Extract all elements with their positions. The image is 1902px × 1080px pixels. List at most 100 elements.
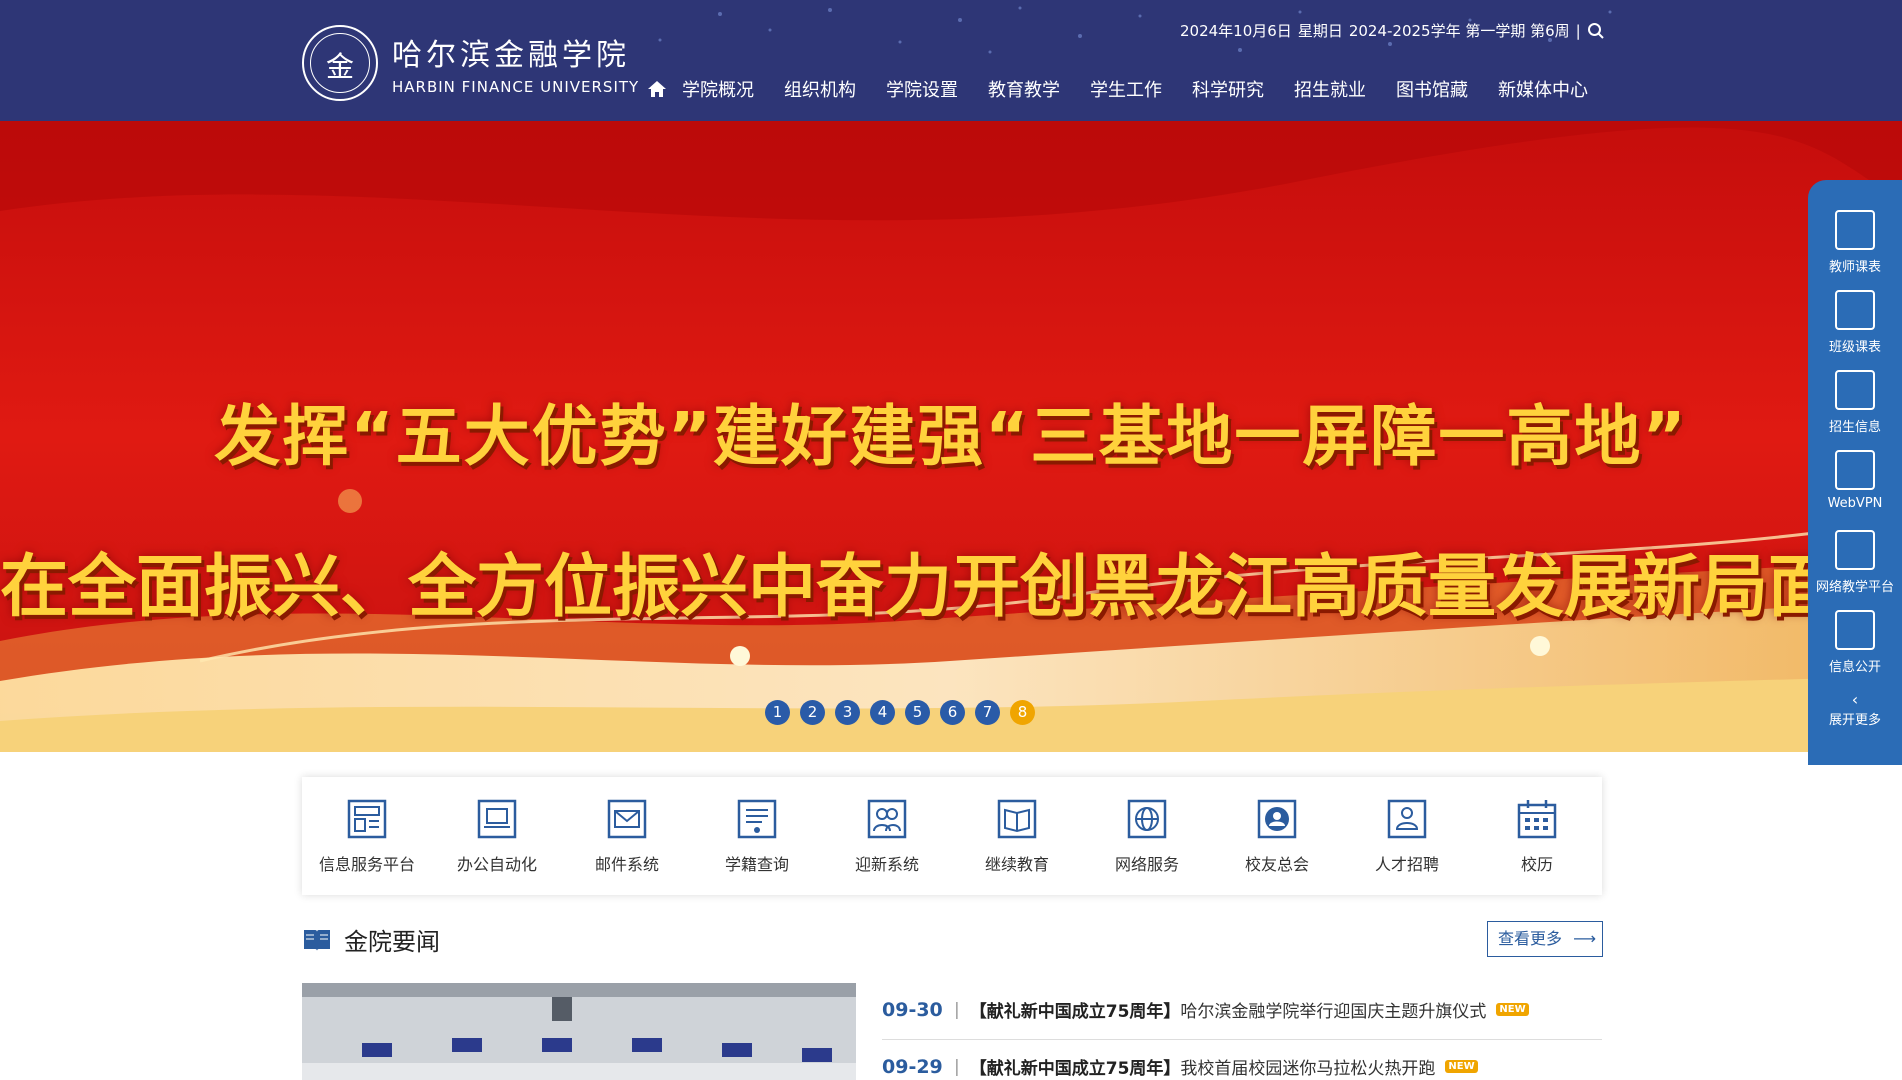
globe-icon [1127,799,1167,839]
divider: | [954,999,960,1020]
quick-link-label: 校历 [1520,855,1553,874]
sidebar-item-info-disclosure[interactable]: 信息公开 [1808,610,1902,675]
quick-link-label: 信息服务平台 [318,855,415,874]
news-tag: 【献礼新中国成立75周年】 [969,1059,1181,1079]
news-title[interactable]: 哈尔滨金融学院举行迎国庆主题升旗仪式 [1180,997,1486,1022]
sidebar-item-label: 网络教学平台 [1815,580,1894,595]
banner-slogan-line-1: 发挥“五大优势”建好建强“三基地一屏障一高地” [214,398,1688,475]
banner-pagination: 1 2 3 4 5 6 7 8 [765,700,1035,725]
monitor-icon [1835,530,1875,570]
quick-link-label: 办公自动化 [456,855,537,874]
open-book-icon [997,799,1037,839]
banner-dot-3[interactable]: 3 [835,700,860,725]
view-more-label: 查看更多 [1498,929,1563,948]
news-title[interactable]: 我校首届校园迷你马拉松火热开跑 [1180,1054,1435,1079]
banner-dot-7[interactable]: 7 [975,700,1000,725]
site-logo[interactable]: 金 哈尔滨金融学院 HARBIN FINANCE UNIVERSITY [302,25,639,101]
quick-link-student-records[interactable]: 学籍查询 [692,777,822,895]
sidebar-item-label: 班级课表 [1828,340,1881,355]
quick-link-calendar[interactable]: 校历 [1472,777,1602,895]
quick-link-label: 迎新系统 [854,855,919,874]
date-info: 2024年10月6日 星期日 2024-2025学年 第一学期 第6周 | [1180,20,1605,41]
banner-slogan-line-2: 在全面振兴、全方位振兴中奋力开创黑龙江高质量发展新局面 [0,548,1837,627]
quick-sidebar: 教师课表 班级课表 招生信息 WebVPN 网络教学平台 信息公开 ‹ 展开更多 [1808,180,1902,765]
news-date: 09-29 [882,1055,943,1078]
quick-link-label: 网络服务 [1114,855,1179,874]
quick-link-label: 邮件系统 [594,855,659,874]
sidebar-item-label: 招生信息 [1828,420,1881,435]
hero-banner[interactable]: 发挥“五大优势”建好建强“三基地一屏障一高地” 在全面振兴、全方位振兴中奋力开创… [0,121,1902,752]
sidebar-item-label: WebVPN [1827,496,1883,511]
quick-link-office-automation[interactable]: 办公自动化 [432,777,562,895]
divider [882,1039,1602,1040]
quick-link-info-service[interactable]: 信息服务平台 [302,777,432,895]
quick-link-network-service[interactable]: 网络服务 [1082,777,1212,895]
sidebar-item-teacher-schedule[interactable]: 教师课表 [1808,210,1902,275]
sidebar-item-admission-info[interactable]: 招生信息 [1808,370,1902,435]
banner-dot-4[interactable]: 4 [870,700,895,725]
new-badge: NEW [1496,1003,1529,1016]
view-more-button[interactable]: 查看更多 ⟶ [1487,921,1603,957]
current-date: 2024年10月6日 [1180,22,1292,40]
banner-dot-2[interactable]: 2 [800,700,825,725]
document-icon [1835,610,1875,650]
nav-item-education[interactable]: 教育教学 [988,76,1060,102]
calendar-icon [1517,800,1557,839]
sidebar-expand-label: 展开更多 [1828,713,1881,728]
quick-link-recruitment[interactable]: 人才招聘 [1342,777,1472,895]
quick-links-bar: 信息服务平台 办公自动化 邮件系统 学籍查询 迎新系统 继续教育 网络服务 校友… [302,777,1602,895]
logo-english-name: HARBIN FINANCE UNIVERSITY [392,78,640,96]
book-icon [304,929,330,951]
laptop-icon [477,799,517,839]
main-nav: 学院概况 组织机构 学院设置 教育教学 学生工作 科学研究 招生就业 图书馆藏 … [646,76,1618,102]
certificate-icon [737,799,777,839]
current-weekday: 星期日 [1297,22,1343,40]
news-section-header: 金院要闻 [302,922,440,957]
nav-item-organization[interactable]: 组织机构 [784,76,856,102]
sidebar-expand-more[interactable]: ‹ 展开更多 [1808,690,1902,728]
banner-dot-8[interactable]: 8 [1010,700,1035,725]
news-photo-image [302,983,856,1080]
sidebar-item-label: 信息公开 [1828,660,1881,675]
nav-item-admission[interactable]: 招生就业 [1294,76,1366,102]
sidebar-item-webvpn[interactable]: WebVPN [1808,450,1902,511]
news-photo[interactable] [302,983,856,1080]
nav-item-library[interactable]: 图书馆藏 [1396,76,1468,102]
nav-item-about[interactable]: 学院概况 [682,76,754,102]
mail-icon [607,799,647,839]
banner-dot-6[interactable]: 6 [940,700,965,725]
quick-link-continuing-education[interactable]: 继续教育 [952,777,1082,895]
quick-link-freshman-system[interactable]: 迎新系统 [822,777,952,895]
new-badge: NEW [1445,1060,1478,1073]
banner-dot-5[interactable]: 5 [905,700,930,725]
home-icon[interactable] [646,78,668,100]
news-item[interactable]: 09-30 | 【献礼新中国成立75周年】 哈尔滨金融学院举行迎国庆主题升旗仪式… [882,997,1602,1022]
news-item[interactable]: 09-29 | 【献礼新中国成立75周年】 我校首届校园迷你马拉松火热开跑 NE… [882,1054,1602,1079]
quick-link-label: 校友总会 [1244,855,1309,874]
term-info: 2024-2025学年 第一学期 第6周 [1348,22,1570,40]
university-seal-icon: 金 [302,25,378,101]
sidebar-item-label: 教师课表 [1828,260,1881,275]
chevron-left-icon: ‹ [1851,690,1859,709]
sidebar-item-online-teaching[interactable]: 网络教学平台 [1808,530,1902,595]
news-tag: 【献礼新中国成立75周年】 [969,1002,1181,1022]
quick-link-alumni[interactable]: 校友总会 [1212,777,1342,895]
quick-link-label: 人才招聘 [1374,855,1439,874]
logo-chinese-name: 哈尔滨金融学院 [392,38,630,73]
quick-link-label: 学籍查询 [724,855,789,874]
nav-item-research[interactable]: 科学研究 [1192,76,1264,102]
divider: | [1575,21,1581,40]
nav-item-new-media[interactable]: 新媒体中心 [1498,76,1588,102]
nav-item-student-affairs[interactable]: 学生工作 [1090,76,1162,102]
nav-item-colleges[interactable]: 学院设置 [886,76,958,102]
seal-character: 金 [325,50,354,83]
graduation-cap-icon [1835,370,1875,410]
search-icon[interactable] [1587,22,1605,40]
sidebar-item-class-schedule[interactable]: 班级课表 [1808,290,1902,355]
users-icon [867,799,907,839]
teacher-schedule-icon [1835,210,1875,250]
dashboard-icon [347,799,387,839]
banner-dot-1[interactable]: 1 [765,700,790,725]
quick-link-label: 继续教育 [984,855,1049,874]
quick-link-mail[interactable]: 邮件系统 [562,777,692,895]
